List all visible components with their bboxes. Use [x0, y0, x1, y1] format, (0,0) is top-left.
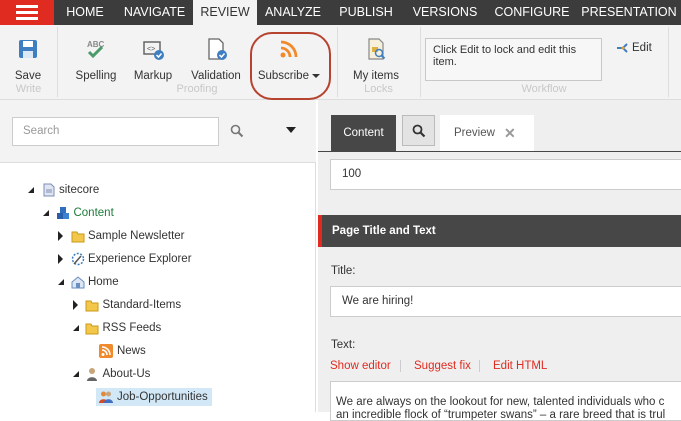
people-icon	[99, 390, 114, 404]
save-button[interactable]: Save	[8, 37, 48, 82]
tree-item[interactable]: Sample Newsletter	[68, 227, 189, 245]
svg-text:<>: <>	[147, 46, 155, 53]
tab-configure[interactable]: CONFIGURE	[487, 0, 577, 25]
save-label: Save	[14, 70, 42, 82]
validation-button[interactable]: Validation	[188, 37, 244, 82]
show-editor-link[interactable]: Show editor	[330, 360, 391, 372]
group-label-locks: Locks	[364, 83, 393, 95]
link-divider	[400, 360, 401, 372]
validation-label: Validation	[191, 70, 241, 82]
collapse-arrow-icon[interactable]	[28, 187, 34, 193]
tab-divider	[318, 151, 681, 152]
save-icon	[19, 40, 37, 58]
workflow-edit-icon	[617, 43, 628, 53]
tree-item-label: Content	[73, 207, 114, 219]
document-icon	[42, 183, 56, 197]
tree-item-label: Job-Opportunities	[116, 391, 208, 403]
ribbon: Save Write ABC Spelling <> Markup Valida…	[0, 25, 681, 100]
rss-icon	[99, 344, 114, 358]
tab-analyze[interactable]: ANALYZE	[257, 0, 329, 25]
spellcheck-icon: ABC	[87, 40, 105, 59]
tab-publish[interactable]: PUBLISH	[329, 0, 403, 25]
folder-icon	[85, 298, 99, 312]
title-label: Title:	[331, 265, 356, 277]
tab-navigate[interactable]: NAVIGATE	[116, 0, 193, 25]
group-divider	[668, 27, 669, 97]
search-options-dropdown-icon[interactable]	[286, 127, 296, 133]
my-items-label: My items	[353, 70, 399, 82]
tab-content[interactable]: Content	[331, 115, 396, 151]
tab-preview[interactable]: Preview ✕	[440, 115, 534, 151]
person-icon	[85, 367, 99, 381]
tree-item-label: About-Us	[102, 368, 151, 380]
edit-html-link[interactable]: Edit HTML	[493, 360, 547, 372]
suggest-fix-link[interactable]: Suggest fix	[414, 360, 471, 372]
tree-item-label: RSS Feeds	[102, 322, 162, 334]
tab-review[interactable]: REVIEW	[193, 0, 257, 25]
my-items-button[interactable]: My items	[348, 37, 404, 82]
search-tab-button[interactable]	[402, 115, 435, 146]
home-icon	[71, 275, 85, 289]
text-label: Text:	[331, 339, 356, 351]
hamburger-icon-line	[16, 17, 38, 20]
numeric-field[interactable]: 100	[330, 159, 681, 190]
spelling-label: Spelling	[75, 70, 117, 82]
search-input[interactable]: Search	[12, 117, 219, 146]
collapse-arrow-icon[interactable]	[73, 325, 79, 331]
expand-arrow-icon[interactable]	[58, 254, 63, 264]
collapse-arrow-icon[interactable]	[58, 279, 64, 285]
my-items-icon	[368, 38, 386, 60]
preview-tab-label: Preview	[454, 127, 495, 139]
workflow-message: Click Edit to lock and edit this item.	[425, 38, 602, 81]
group-label-write: Write	[15, 83, 42, 95]
link-divider	[479, 360, 480, 372]
edit-label: Edit	[632, 42, 652, 54]
tree-item[interactable]: Job-Opportunities	[96, 388, 212, 406]
tree-item-label: Standard-Items	[102, 299, 182, 311]
tab-presentation[interactable]: PRESENTATION	[577, 0, 681, 25]
tree-item-label: Experience Explorer	[87, 253, 192, 265]
cubes-icon	[56, 206, 70, 220]
tree-item-label: sitecore	[59, 184, 100, 196]
markup-label: Markup	[133, 70, 173, 82]
tree-item-label: Sample Newsletter	[87, 230, 185, 242]
edit-button[interactable]: Edit	[616, 42, 652, 54]
group-label-proofing: Proofing	[176, 83, 218, 95]
markup-icon: <>	[143, 41, 164, 60]
rich-text-field[interactable]: We are always on the lookout for new, ta…	[330, 381, 681, 421]
hamburger-icon	[16, 5, 38, 8]
collapse-arrow-icon[interactable]	[73, 371, 79, 377]
tab-home[interactable]: HOME	[54, 0, 116, 25]
spelling-button[interactable]: ABC Spelling	[73, 37, 119, 82]
collapse-arrow-icon[interactable]	[43, 210, 49, 216]
group-label-workflow: Workflow	[521, 83, 567, 95]
expand-arrow-icon[interactable]	[58, 231, 63, 241]
tree-item[interactable]: sitecore	[39, 181, 103, 199]
explorer-icon	[71, 252, 85, 266]
menu-button[interactable]	[0, 0, 54, 25]
markup-button[interactable]: <> Markup	[130, 37, 176, 82]
section-header[interactable]: Page Title and Text	[318, 215, 681, 247]
tree-item[interactable]: Content	[53, 204, 117, 222]
title-input[interactable]: We are hiring!	[330, 286, 681, 317]
tab-versions[interactable]: VERSIONS	[403, 0, 487, 25]
text-line: an incredible flock of “trumpeter swans”…	[336, 409, 666, 421]
tree-item[interactable]: News	[96, 342, 150, 360]
tree-item[interactable]: RSS Feeds	[82, 319, 165, 337]
folder-icon	[71, 229, 85, 243]
tree-item[interactable]: Standard-Items	[82, 296, 185, 314]
close-icon[interactable]: ✕	[504, 115, 516, 151]
tree-item[interactable]: About-Us	[82, 365, 155, 383]
tree-item[interactable]: Experience Explorer	[68, 250, 196, 268]
hamburger-icon-line	[16, 11, 38, 14]
search-icon	[412, 124, 426, 138]
expand-arrow-icon[interactable]	[73, 300, 78, 310]
text-line: We are always on the lookout for new, ta…	[336, 396, 665, 408]
validation-icon	[208, 38, 227, 60]
tree-item-label: Home	[87, 276, 119, 288]
tree-item-label: News	[116, 345, 146, 357]
tree-item[interactable]: Home	[68, 273, 123, 291]
folder-icon	[85, 321, 99, 335]
search-icon[interactable]	[230, 124, 244, 138]
